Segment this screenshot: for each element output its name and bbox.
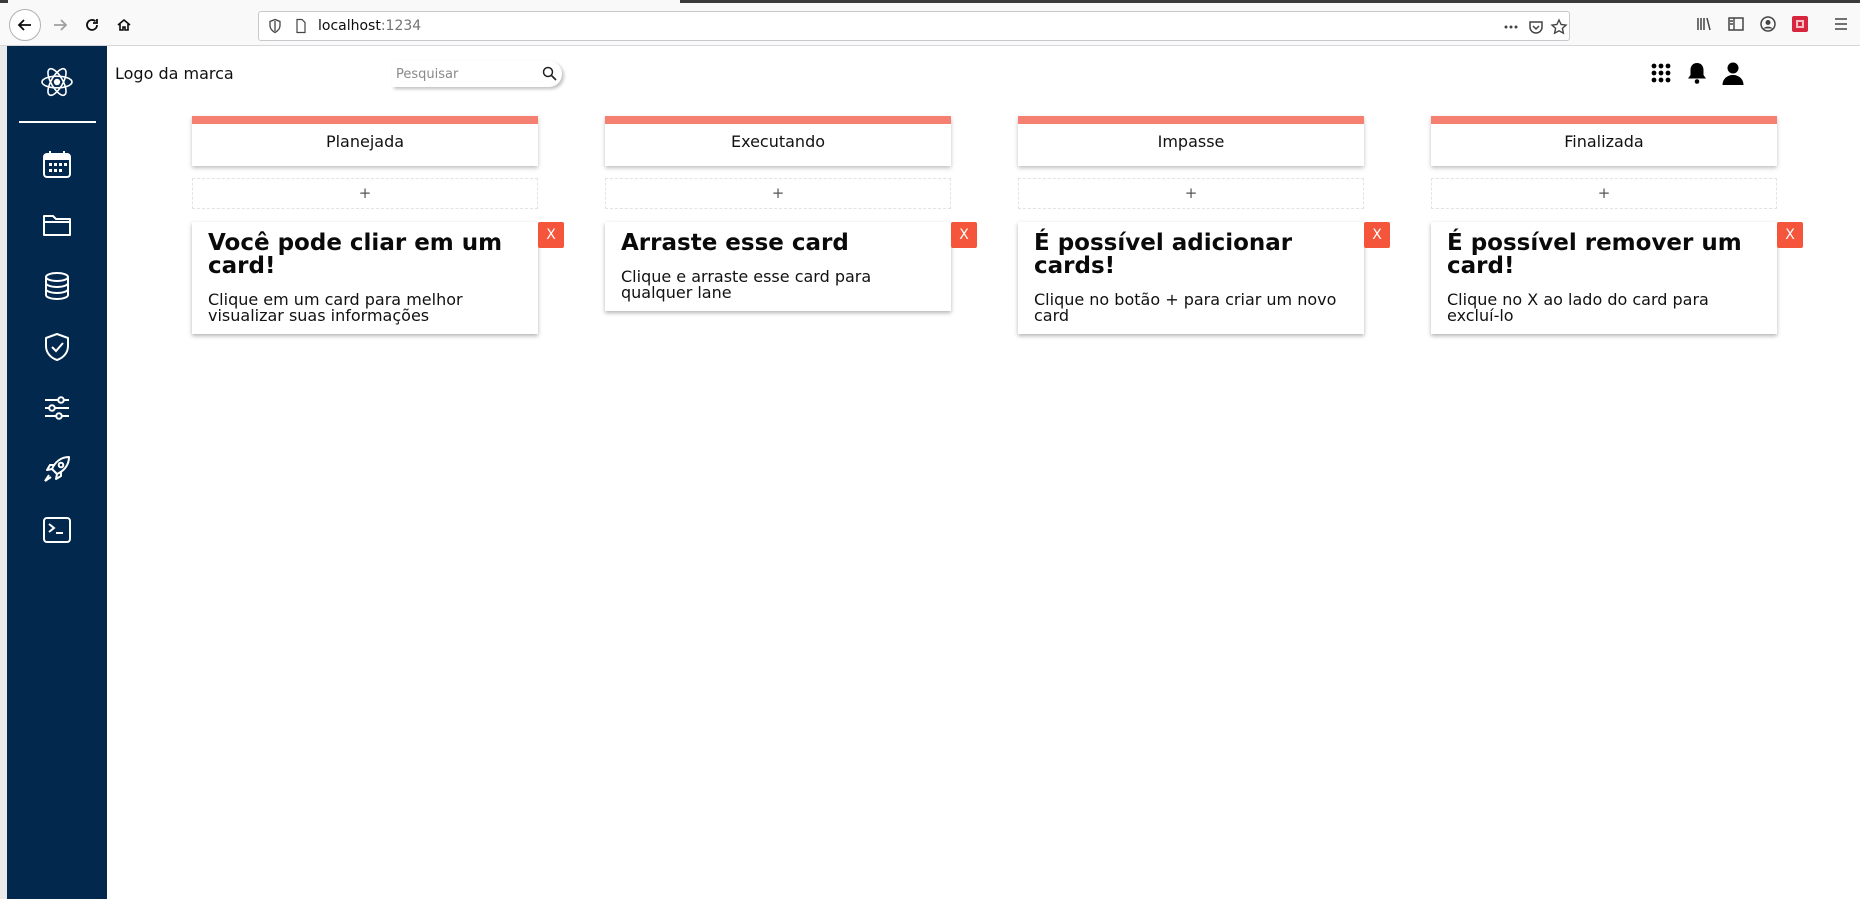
lane-title: Planejada xyxy=(325,132,405,151)
lane-title: Finalizada xyxy=(1564,132,1644,151)
calendar-icon xyxy=(43,151,71,178)
sliders-icon xyxy=(45,396,69,420)
card-title: É possível adicionar cards! xyxy=(1034,230,1293,279)
sidebar xyxy=(0,46,107,899)
reload-icon xyxy=(86,19,98,31)
folder-icon xyxy=(43,215,71,236)
arrow-right-icon xyxy=(54,19,68,31)
lane-executando: Executando + Arraste esse card Clique e … xyxy=(605,116,977,311)
add-card-button[interactable]: + xyxy=(1431,178,1777,209)
page-icon xyxy=(296,18,306,34)
card[interactable]: Arraste esse card Clique e arraste esse … xyxy=(605,222,977,311)
add-card-button[interactable]: + xyxy=(1018,178,1364,209)
url-text[interactable]: localhost:1234 xyxy=(318,18,421,34)
sidebar-toggle-icon[interactable] xyxy=(1727,15,1745,33)
sidebar-item-folder[interactable] xyxy=(40,208,74,242)
delete-card-button[interactable]: X xyxy=(538,222,564,248)
bookmark-star-icon[interactable] xyxy=(1550,18,1568,36)
add-card-button[interactable]: + xyxy=(192,178,538,209)
apps-grid-icon xyxy=(1651,63,1671,83)
lane-title: Impasse xyxy=(1157,132,1225,151)
lane-title: Executando xyxy=(730,132,826,151)
react-logo-icon[interactable] xyxy=(37,62,77,102)
card-description: Clique em um card para melhor visualizar… xyxy=(208,290,463,325)
search-box xyxy=(392,61,562,87)
home-button[interactable] xyxy=(108,9,140,41)
lane-impasse: Impasse + É possível adicionar cards! Cl… xyxy=(1018,116,1390,334)
card[interactable]: É possível adicionar cards! Clique no bo… xyxy=(1018,222,1390,334)
arrow-left-icon xyxy=(17,19,31,31)
menu-icon[interactable] xyxy=(1832,15,1850,33)
bell-icon xyxy=(1688,63,1706,84)
lane-planejada: Planejada + Você pode cliar em um card! … xyxy=(192,116,564,334)
search-icon[interactable] xyxy=(542,66,557,81)
lane-header: Planejada xyxy=(192,116,538,166)
search-input[interactable] xyxy=(396,64,531,84)
window-edge xyxy=(0,46,7,899)
shield-check-icon xyxy=(45,333,69,361)
card-description: Clique no X ao lado do card para excluí-… xyxy=(1447,290,1709,325)
url-bar[interactable]: localhost:1234 xyxy=(258,11,1570,41)
back-button[interactable] xyxy=(9,9,41,41)
card-title: É possível remover um card! xyxy=(1447,230,1742,279)
pocket-icon[interactable] xyxy=(1527,18,1545,36)
apps-button[interactable] xyxy=(1648,60,1674,86)
user-icon xyxy=(1722,62,1744,85)
extension-icon[interactable] xyxy=(1791,15,1809,33)
brand-logo-text[interactable]: Logo da marca xyxy=(115,64,234,83)
card-description: Clique e arraste esse card para qualquer… xyxy=(621,267,872,302)
sidebar-item-settings[interactable] xyxy=(40,391,74,425)
profile-button[interactable] xyxy=(1720,60,1746,86)
browser-toolbar: localhost:1234 xyxy=(0,3,1860,46)
forward-button[interactable] xyxy=(44,9,76,41)
sidebar-item-deploy[interactable] xyxy=(40,452,74,486)
reload-button[interactable] xyxy=(76,9,108,41)
delete-card-button[interactable]: X xyxy=(951,222,977,248)
sidebar-item-security[interactable] xyxy=(40,330,74,364)
library-icon[interactable] xyxy=(1695,15,1713,33)
sidebar-item-calendar[interactable] xyxy=(40,147,74,181)
shield-icon[interactable] xyxy=(267,18,283,34)
card[interactable]: Você pode cliar em um card! Clique em um… xyxy=(192,222,564,334)
sidebar-item-database[interactable] xyxy=(40,269,74,303)
lane-header: Executando xyxy=(605,116,951,166)
sidebar-divider xyxy=(19,121,96,123)
rocket-icon xyxy=(44,456,70,482)
card-title: Arraste esse card xyxy=(621,230,849,256)
lane-finalizada: Finalizada + É possível remover um card!… xyxy=(1431,116,1803,334)
lane-header: Impasse xyxy=(1018,116,1364,166)
delete-card-button[interactable]: X xyxy=(1777,222,1803,248)
card-description: Clique no botão + para criar um novo car… xyxy=(1034,290,1337,325)
url-port: :1234 xyxy=(380,18,422,34)
home-icon xyxy=(117,18,131,31)
add-card-button[interactable]: + xyxy=(605,178,951,209)
account-icon[interactable] xyxy=(1759,15,1777,33)
terminal-icon xyxy=(43,517,71,543)
sidebar-item-terminal[interactable] xyxy=(40,513,74,547)
more-actions-icon[interactable] xyxy=(1502,18,1520,36)
database-icon xyxy=(45,272,69,301)
notifications-button[interactable] xyxy=(1684,60,1710,86)
card-title: Você pode cliar em um card! xyxy=(208,230,503,279)
url-host: localhost xyxy=(318,18,381,34)
lane-header: Finalizada xyxy=(1431,116,1777,166)
card[interactable]: É possível remover um card! Clique no X … xyxy=(1431,222,1803,334)
delete-card-button[interactable]: X xyxy=(1364,222,1390,248)
